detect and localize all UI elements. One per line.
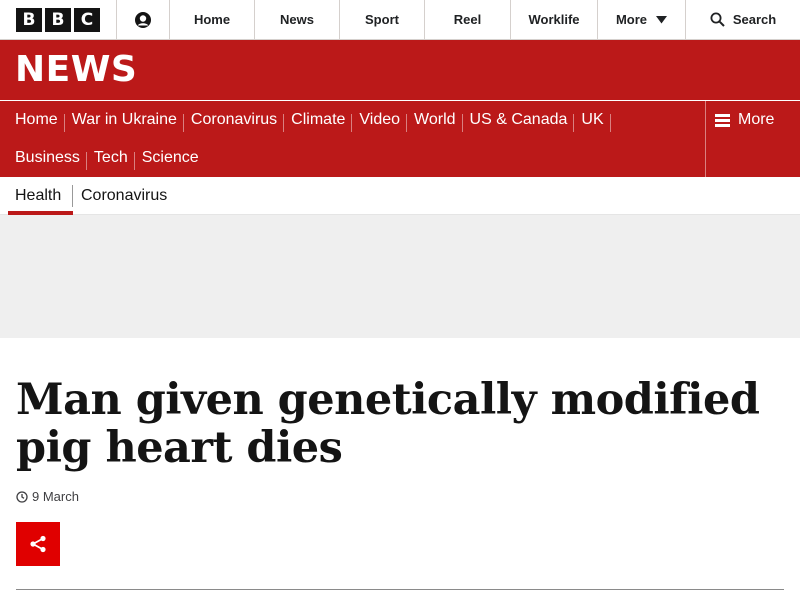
global-nav-more-button[interactable]: More (598, 0, 686, 39)
sub-nav-divider (72, 185, 73, 207)
news-masthead: NEWS (0, 40, 800, 100)
bbc-logo[interactable]: B B C (0, 0, 117, 39)
section-nav-row-1: Home War in Ukraine Coronavirus Climate … (8, 101, 611, 139)
account-button[interactable] (117, 0, 170, 39)
section-navigation: Home War in Ukraine Coronavirus Climate … (0, 101, 800, 177)
section-nav-row-2: Business Tech Science (8, 139, 206, 177)
article-timestamp: 9 March (16, 489, 79, 504)
section-nav-science[interactable]: Science (135, 149, 206, 167)
section-nav-more-button[interactable]: More (705, 101, 800, 177)
global-nav-search-label: Search (732, 12, 777, 27)
article-date: 9 March (32, 489, 79, 504)
global-nav-reel[interactable]: Reel (425, 0, 511, 39)
news-logo[interactable]: NEWS (15, 49, 137, 90)
share-icon (30, 535, 46, 553)
search-icon (710, 12, 725, 27)
section-nav-war-in-ukraine[interactable]: War in Ukraine (65, 111, 185, 132)
sub-navigation: Health Coronavirus (0, 177, 800, 215)
section-nav-video[interactable]: Video (352, 111, 407, 132)
global-navigation: B B C Home News Sport Reel Worklife More… (0, 0, 800, 40)
advertisement-slot (0, 215, 800, 338)
article-divider (16, 589, 784, 590)
section-nav-us-canada[interactable]: US & Canada (463, 111, 575, 132)
section-nav-more-label: More (738, 111, 775, 128)
section-nav-home[interactable]: Home (8, 111, 65, 132)
clock-icon (16, 490, 28, 503)
global-nav-news[interactable]: News (255, 0, 340, 39)
chevron-down-icon (656, 15, 668, 23)
section-nav-uk[interactable]: UK (574, 111, 611, 132)
hamburger-menu-icon (715, 114, 730, 127)
article-headline: Man given genetically modified pig heart… (16, 375, 760, 473)
global-nav-sport[interactable]: Sport (340, 0, 425, 39)
global-nav-more-label: More (615, 12, 648, 27)
sub-nav-coronavirus[interactable]: Coronavirus (81, 177, 167, 215)
global-nav-home[interactable]: Home (170, 0, 255, 39)
user-icon (135, 11, 151, 28)
section-nav-business[interactable]: Business (8, 149, 87, 170)
logo-letter-b1: B (16, 7, 42, 32)
section-nav-coronavirus[interactable]: Coronavirus (184, 111, 285, 132)
global-nav-worklife[interactable]: Worklife (511, 0, 598, 39)
section-nav-world[interactable]: World (407, 111, 463, 132)
section-nav-climate[interactable]: Climate (284, 111, 353, 132)
logo-letter-b2: B (45, 7, 71, 32)
share-button[interactable] (16, 522, 60, 566)
section-nav-tech[interactable]: Tech (87, 149, 135, 170)
sub-nav-health[interactable]: Health (8, 177, 73, 215)
logo-letter-c: C (74, 7, 100, 32)
global-nav-search-button[interactable]: Search (686, 0, 800, 39)
